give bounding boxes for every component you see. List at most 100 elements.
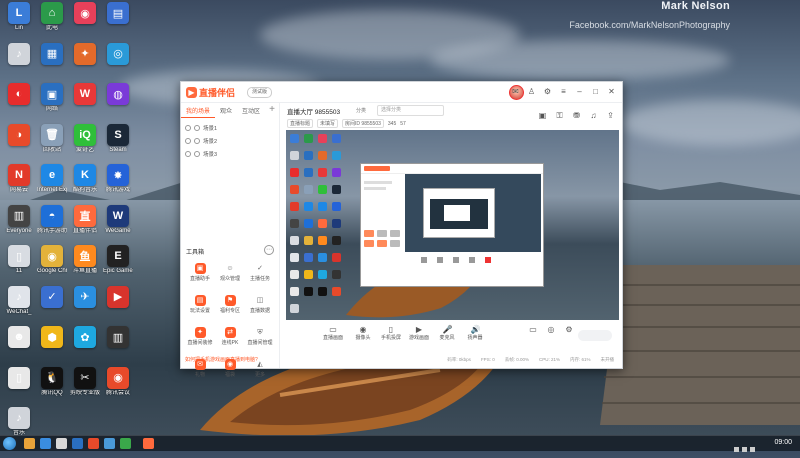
desktop-icon[interactable]: W: [70, 83, 100, 106]
settings-icon[interactable]: ⚙: [543, 87, 552, 96]
toolbox-item[interactable]: ▤ 玩法设置: [185, 293, 215, 321]
desktop-icon[interactable]: N 网易云: [4, 164, 34, 194]
desktop-icon[interactable]: ▥ Everyone: [4, 204, 34, 235]
desktop-icon[interactable]: ♪ WeChat_: [4, 285, 34, 316]
taskbar-app-icon[interactable]: [88, 438, 99, 449]
taskbar-app-icon[interactable]: [104, 438, 115, 449]
desktop-icon[interactable]: ◍: [103, 83, 133, 106]
toolbox-settings-icon[interactable]: ⋯: [264, 245, 274, 255]
taskbar-live-companion-icon[interactable]: [143, 438, 154, 449]
bell-icon[interactable]: ♫: [589, 111, 598, 120]
desktop-icon[interactable]: ✓: [37, 285, 67, 309]
desktop-icon[interactable]: ◉ 腾讯会议: [103, 366, 133, 397]
add-scene-icon[interactable]: +: [269, 105, 275, 115]
desktop-icon[interactable]: iQ 爱奇艺: [70, 123, 100, 154]
taskbar-media-icon[interactable]: [56, 438, 67, 449]
maximize-icon[interactable]: □: [591, 87, 600, 96]
version-badge[interactable]: 测试版: [247, 87, 273, 98]
title-value[interactable]: 未填写: [317, 119, 339, 128]
desktop-icon[interactable]: ◎: [103, 42, 133, 66]
desktop-icon[interactable]: 🗑 回收站: [37, 123, 67, 154]
visibility-icon[interactable]: [185, 124, 191, 131]
message-icon[interactable]: ✉: [511, 87, 520, 96]
desktop-icon[interactable]: ⌂ 此电: [37, 2, 67, 32]
toolbox-item[interactable]: ⛨ 直播间管理: [245, 325, 275, 353]
desktop-icon[interactable]: ▣ 网络: [37, 83, 67, 113]
desktop-icon[interactable]: S Steam: [103, 123, 133, 154]
taskbar-clock[interactable]: 09:00: [774, 439, 792, 446]
visibility-icon[interactable]: [185, 137, 191, 144]
taskbar-app-icon[interactable]: [120, 438, 131, 449]
scene-item[interactable]: 场景3: [185, 147, 275, 160]
lock-icon[interactable]: [194, 124, 200, 131]
system-tray[interactable]: [734, 440, 762, 452]
desktop-icon[interactable]: ♪: [4, 42, 34, 66]
control-game[interactable]: ▶ 游戏画面: [407, 325, 431, 341]
share-icon[interactable]: ⇪: [606, 111, 615, 120]
desktop-icon[interactable]: ✿: [70, 326, 100, 349]
help-link[interactable]: 如何把手机游戏画面直播到电脑?: [185, 356, 258, 363]
desktop-icon[interactable]: ✸ 腾讯游戏: [103, 164, 133, 194]
desktop-icon[interactable]: L Lin: [4, 2, 34, 32]
toolbox-item[interactable]: ⇄ 连线PK: [215, 325, 245, 353]
taskbar-app-icon[interactable]: [72, 438, 83, 449]
control-microphone[interactable]: 🎤 麦克风: [435, 325, 459, 341]
minimize-icon[interactable]: –: [575, 87, 584, 96]
taskbar-explorer-icon[interactable]: [24, 438, 35, 449]
live-preview[interactable]: [286, 130, 619, 320]
toolbox-item[interactable]: ▣ 直播助手: [185, 261, 215, 289]
toolbox-item[interactable]: ⚑ 福利专区: [215, 293, 245, 321]
tab-interaction[interactable]: 互动区: [237, 106, 265, 118]
desktop-icon[interactable]: ◉Google Chrome: [37, 245, 67, 275]
lock-icon[interactable]: [194, 150, 200, 157]
desktop-icon[interactable]: ◉: [70, 2, 100, 25]
toolbox-item[interactable]: ◫ 直播数据: [245, 293, 275, 321]
toolbox-item[interactable]: ☺ 观众管理: [215, 261, 245, 289]
scene-item[interactable]: 场景2: [185, 134, 275, 147]
menu-icon[interactable]: ≡: [559, 87, 568, 96]
close-icon[interactable]: ✕: [607, 87, 616, 96]
desktop-icon[interactable]: ▯ 11: [4, 245, 34, 275]
desktop-icon[interactable]: ◐: [4, 83, 34, 106]
toolbox-item[interactable]: ✦ 直播间装修: [185, 325, 215, 353]
desktop-icon[interactable]: ◑: [4, 123, 34, 147]
tab-audience[interactable]: 观众: [215, 106, 237, 118]
desktop-icon[interactable]: ◓腾讯手游助手: [37, 204, 67, 235]
desktop-icon[interactable]: ▶: [103, 285, 133, 309]
start-live-button[interactable]: [578, 330, 612, 341]
desktop-icon[interactable]: 直直播伴侣: [70, 204, 100, 235]
desktop-icon[interactable]: 鱼斗鱼直播: [70, 245, 100, 275]
desktop-icon[interactable]: ☻: [4, 326, 34, 349]
control-screen[interactable]: ▭ 直播画面: [321, 325, 345, 341]
taskbar-browser-icon[interactable]: [40, 438, 51, 449]
desktop-icon[interactable]: ▤: [103, 2, 133, 25]
desktop-icon[interactable]: ▥: [103, 326, 133, 349]
control-speaker[interactable]: 🔊 扬声器: [463, 325, 487, 341]
start-button[interactable]: [3, 437, 16, 450]
toolbox-item[interactable]: ✓ 主播任务: [245, 261, 275, 289]
desktop-icon[interactable]: ♪ 音乐: [4, 407, 34, 437]
desktop-icon[interactable]: ▯: [4, 366, 34, 390]
desktop-icon[interactable]: W WeGame: [103, 204, 133, 235]
desktop-icon[interactable]: eInternet Explorer: [37, 164, 67, 194]
scene-item[interactable]: 场景1: [185, 121, 275, 134]
lock-icon[interactable]: ⚿: [555, 111, 564, 120]
shop-icon[interactable]: ⛃: [572, 111, 581, 120]
app-titlebar[interactable]: ▶ 直播伴侣 测试版 ✉ ♙ ⚙ ≡ – □ ✕: [181, 82, 622, 103]
desktop-icon[interactable]: K 酷狗音乐: [70, 164, 100, 194]
tab-scenes[interactable]: 我的场景: [181, 106, 216, 118]
shirt-icon[interactable]: ♙: [527, 87, 536, 96]
lock-icon[interactable]: [194, 137, 200, 144]
control-phone-cast[interactable]: ▯ 手机投屏: [379, 325, 403, 341]
gift-icon[interactable]: ▣: [538, 111, 547, 120]
visibility-icon[interactable]: [185, 150, 191, 157]
desktop-icon[interactable]: ✈: [70, 285, 100, 309]
desktop-icon[interactable]: 🐧 腾讯QQ: [37, 366, 67, 397]
control-camera[interactable]: ◉ 摄像头: [351, 325, 375, 341]
desktop-icon[interactable]: ✦: [70, 42, 100, 66]
desktop-icon[interactable]: EEpic Games Launcher: [103, 245, 133, 275]
desktop-icon[interactable]: ⬢: [37, 326, 67, 349]
desktop-icon[interactable]: ✂ 剪映专业版: [70, 366, 100, 397]
live-companion-window[interactable]: ▶ 直播伴侣 测试版 ✉ ♙ ⚙ ≡ – □ ✕ 我的场景 观众 互动区 + 场…: [180, 81, 623, 378]
desktop-icon[interactable]: ▦: [37, 42, 67, 66]
